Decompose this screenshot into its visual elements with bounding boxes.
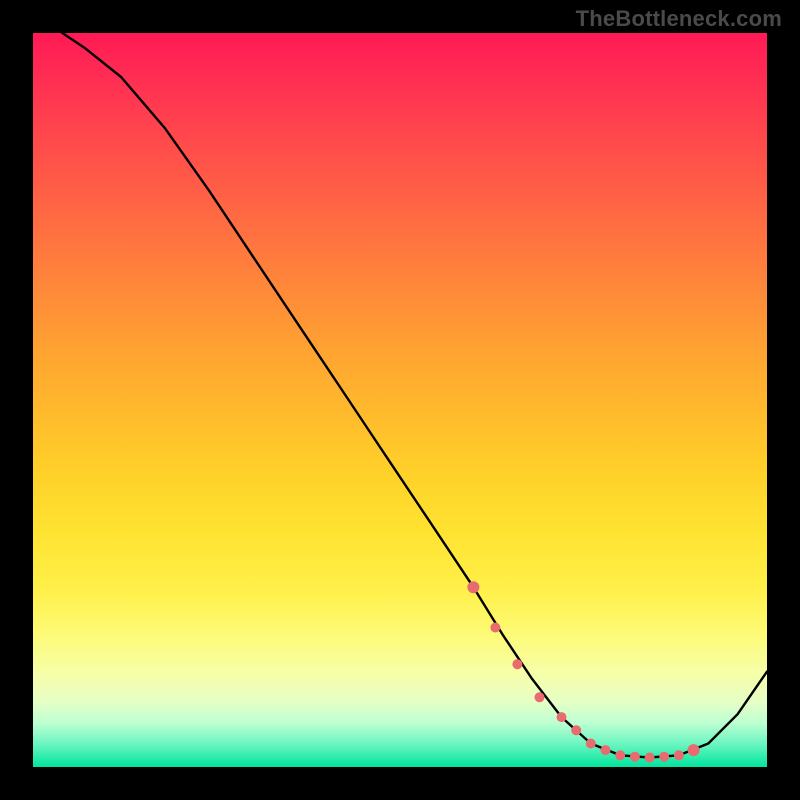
watermark-text: TheBottleneck.com: [576, 6, 782, 32]
bottleneck-curve: [62, 33, 767, 758]
curve-svg: [33, 33, 767, 767]
marker-dot: [557, 712, 567, 722]
marker-dot: [615, 750, 625, 760]
marker-dot: [688, 744, 700, 756]
marker-dot: [630, 752, 640, 762]
marker-dot: [535, 692, 545, 702]
marker-dot: [586, 739, 596, 749]
marker-dot: [467, 581, 479, 593]
marker-dot: [601, 745, 611, 755]
plot-area: [33, 33, 767, 767]
marker-dot: [674, 750, 684, 760]
chart-stage: TheBottleneck.com: [0, 0, 800, 800]
near-zero-markers: [467, 581, 699, 762]
marker-dot: [659, 752, 669, 762]
marker-dot: [512, 659, 522, 669]
marker-dot: [490, 623, 500, 633]
marker-dot: [645, 753, 655, 763]
curve-layer: [62, 33, 767, 763]
marker-dot: [571, 725, 581, 735]
